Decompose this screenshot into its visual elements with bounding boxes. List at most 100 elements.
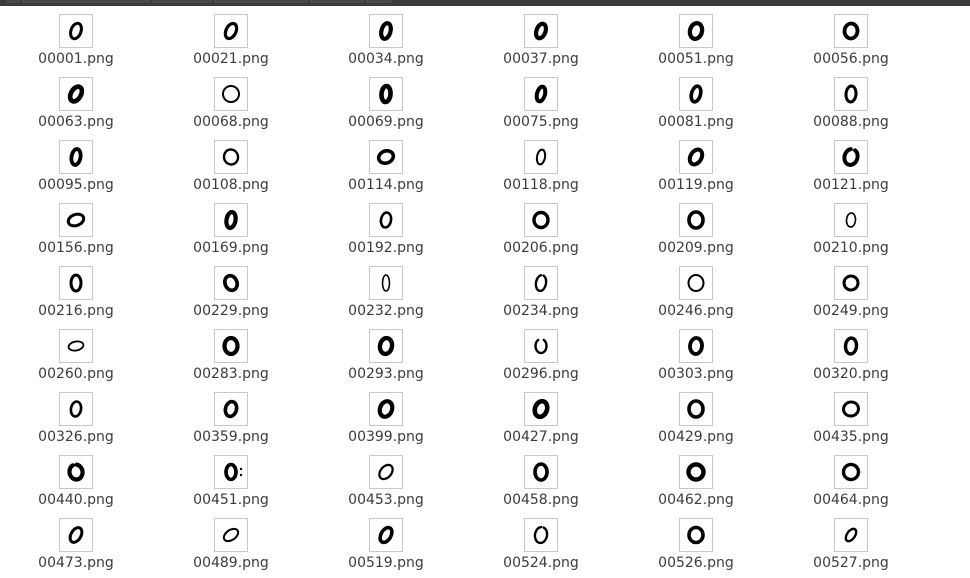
image-thumbnail[interactable] bbox=[834, 203, 868, 237]
file-item[interactable]: 00108.png bbox=[172, 126, 292, 193]
file-item[interactable]: 00453.png bbox=[327, 441, 447, 508]
file-item[interactable]: 00095.png bbox=[17, 126, 137, 193]
file-item[interactable]: 00229.png bbox=[172, 252, 292, 319]
file-item[interactable]: 00399.png bbox=[327, 378, 447, 445]
image-thumbnail[interactable] bbox=[59, 14, 93, 48]
file-item[interactable]: 00296.png bbox=[482, 315, 602, 382]
file-item[interactable]: 00216.png bbox=[17, 252, 137, 319]
image-thumbnail[interactable] bbox=[834, 266, 868, 300]
file-item[interactable]: 00206.png bbox=[482, 189, 602, 256]
file-item[interactable]: 00088.png bbox=[792, 63, 912, 130]
image-thumbnail[interactable] bbox=[369, 518, 403, 552]
image-thumbnail[interactable] bbox=[369, 14, 403, 48]
image-thumbnail[interactable] bbox=[834, 140, 868, 174]
image-thumbnail[interactable] bbox=[834, 14, 868, 48]
image-thumbnail[interactable] bbox=[524, 266, 558, 300]
image-thumbnail[interactable] bbox=[59, 455, 93, 489]
file-item[interactable]: 00192.png bbox=[327, 189, 447, 256]
file-item[interactable]: 00440.png bbox=[17, 441, 137, 508]
file-item[interactable]: 00326.png bbox=[17, 378, 137, 445]
image-thumbnail[interactable] bbox=[679, 203, 713, 237]
image-thumbnail[interactable] bbox=[214, 455, 248, 489]
file-item[interactable]: 00156.png bbox=[17, 189, 137, 256]
image-thumbnail[interactable] bbox=[834, 329, 868, 363]
image-thumbnail[interactable] bbox=[524, 455, 558, 489]
image-thumbnail[interactable] bbox=[524, 392, 558, 426]
file-item[interactable]: 00293.png bbox=[327, 315, 447, 382]
file-item[interactable]: 00527.png bbox=[792, 504, 912, 571]
file-item[interactable]: 00524.png bbox=[482, 504, 602, 571]
file-item[interactable]: 00081.png bbox=[637, 63, 757, 130]
file-item[interactable]: 00118.png bbox=[482, 126, 602, 193]
image-thumbnail[interactable] bbox=[369, 329, 403, 363]
file-item[interactable]: 00209.png bbox=[637, 189, 757, 256]
image-thumbnail[interactable] bbox=[679, 77, 713, 111]
image-thumbnail[interactable] bbox=[524, 203, 558, 237]
image-thumbnail[interactable] bbox=[369, 455, 403, 489]
image-thumbnail[interactable] bbox=[834, 77, 868, 111]
image-thumbnail[interactable] bbox=[524, 14, 558, 48]
file-item[interactable]: 00034.png bbox=[327, 0, 447, 67]
image-thumbnail[interactable] bbox=[369, 77, 403, 111]
image-thumbnail[interactable] bbox=[369, 203, 403, 237]
file-item[interactable]: 00260.png bbox=[17, 315, 137, 382]
image-thumbnail[interactable] bbox=[679, 14, 713, 48]
file-item[interactable]: 00232.png bbox=[327, 252, 447, 319]
image-thumbnail[interactable] bbox=[59, 329, 93, 363]
file-item[interactable]: 00519.png bbox=[327, 504, 447, 571]
file-item[interactable]: 00249.png bbox=[792, 252, 912, 319]
image-thumbnail[interactable] bbox=[834, 392, 868, 426]
file-item[interactable]: 00114.png bbox=[327, 126, 447, 193]
image-thumbnail[interactable] bbox=[524, 77, 558, 111]
file-item[interactable]: 00359.png bbox=[172, 378, 292, 445]
image-thumbnail[interactable] bbox=[834, 518, 868, 552]
image-thumbnail[interactable] bbox=[679, 455, 713, 489]
file-item[interactable]: 00473.png bbox=[17, 504, 137, 571]
file-item[interactable]: 00234.png bbox=[482, 252, 602, 319]
file-item[interactable]: 00001.png bbox=[17, 0, 137, 67]
file-item[interactable]: 00056.png bbox=[792, 0, 912, 67]
image-thumbnail[interactable] bbox=[59, 392, 93, 426]
file-item[interactable]: 00069.png bbox=[327, 63, 447, 130]
file-item[interactable]: 00464.png bbox=[792, 441, 912, 508]
image-thumbnail[interactable] bbox=[679, 329, 713, 363]
image-thumbnail[interactable] bbox=[214, 14, 248, 48]
image-thumbnail[interactable] bbox=[524, 329, 558, 363]
file-item[interactable]: 00075.png bbox=[482, 63, 602, 130]
file-item[interactable]: 00429.png bbox=[637, 378, 757, 445]
file-item[interactable]: 00063.png bbox=[17, 63, 137, 130]
image-thumbnail[interactable] bbox=[524, 140, 558, 174]
file-item[interactable]: 00427.png bbox=[482, 378, 602, 445]
file-item[interactable]: 00021.png bbox=[172, 0, 292, 67]
image-thumbnail[interactable] bbox=[369, 392, 403, 426]
image-thumbnail[interactable] bbox=[214, 203, 248, 237]
image-thumbnail[interactable] bbox=[214, 77, 248, 111]
image-thumbnail[interactable] bbox=[59, 77, 93, 111]
file-item[interactable]: 00169.png bbox=[172, 189, 292, 256]
file-item[interactable]: 00037.png bbox=[482, 0, 602, 67]
image-thumbnail[interactable] bbox=[214, 518, 248, 552]
image-thumbnail[interactable] bbox=[59, 518, 93, 552]
image-thumbnail[interactable] bbox=[59, 203, 93, 237]
file-item[interactable]: 00462.png bbox=[637, 441, 757, 508]
file-item[interactable]: 00210.png bbox=[792, 189, 912, 256]
image-thumbnail[interactable] bbox=[679, 140, 713, 174]
image-thumbnail[interactable] bbox=[524, 518, 558, 552]
image-thumbnail[interactable] bbox=[214, 266, 248, 300]
image-thumbnail[interactable] bbox=[59, 266, 93, 300]
image-thumbnail[interactable] bbox=[369, 140, 403, 174]
image-thumbnail[interactable] bbox=[369, 266, 403, 300]
image-thumbnail[interactable] bbox=[214, 140, 248, 174]
image-thumbnail[interactable] bbox=[679, 392, 713, 426]
file-item[interactable]: 00451.png bbox=[172, 441, 292, 508]
file-item[interactable]: 00283.png bbox=[172, 315, 292, 382]
image-thumbnail[interactable] bbox=[679, 266, 713, 300]
file-item[interactable]: 00303.png bbox=[637, 315, 757, 382]
file-item[interactable]: 00435.png bbox=[792, 378, 912, 445]
image-thumbnail[interactable] bbox=[214, 329, 248, 363]
image-thumbnail[interactable] bbox=[834, 455, 868, 489]
image-thumbnail[interactable] bbox=[214, 392, 248, 426]
file-item[interactable]: 00489.png bbox=[172, 504, 292, 571]
file-item[interactable]: 00458.png bbox=[482, 441, 602, 508]
image-thumbnail[interactable] bbox=[59, 140, 93, 174]
